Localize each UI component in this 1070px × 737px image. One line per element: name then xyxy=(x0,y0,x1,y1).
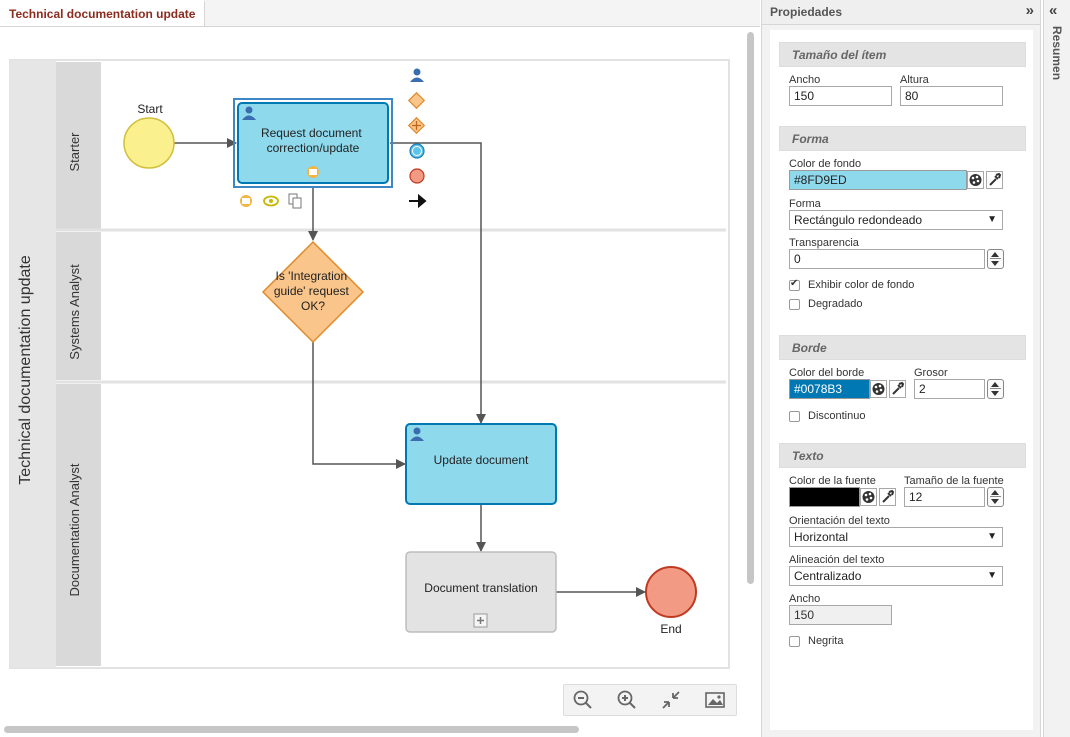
lane-documentation-analyst[interactable]: Documentation Analyst xyxy=(56,384,101,666)
task1-line1: Request document xyxy=(261,126,362,140)
lane-label-docs: Documentation Analyst xyxy=(67,463,82,596)
task-update-document[interactable]: Update document xyxy=(405,423,557,505)
font-eyedropper-icon[interactable] xyxy=(879,488,896,506)
process-diagram[interactable]: Technical documentation update Starter S… xyxy=(0,0,760,737)
add-intermediate-message-icon[interactable] xyxy=(409,143,425,159)
section-item-size-label: Tamaño del ítem xyxy=(792,48,887,62)
task-request-document[interactable]: Request document correction/update xyxy=(233,98,393,188)
diagram-editor: Technical documentation update Technical… xyxy=(0,0,760,737)
font-color-field[interactable] xyxy=(789,487,860,507)
gradient-label: Degradado xyxy=(808,298,863,310)
section-shape[interactable]: Forma xyxy=(779,126,1026,151)
form-icon xyxy=(307,166,319,178)
font-palette-icon[interactable] xyxy=(860,488,877,506)
bg-color-field[interactable]: #8FD9ED xyxy=(789,170,967,190)
gateway-line3: OK? xyxy=(301,299,325,313)
end-label: End xyxy=(660,622,681,636)
show-bg-label: Exhibir color de fondo xyxy=(808,279,915,291)
task2-label: Update document xyxy=(434,453,529,467)
thickness-spinner[interactable] xyxy=(987,379,1004,399)
text-align-value: Centralizado xyxy=(794,569,862,583)
task1-line2: correction/update xyxy=(267,141,360,155)
border-color-label: Color del borde xyxy=(789,367,865,379)
vertical-scrollbar[interactable] xyxy=(747,32,754,584)
properties-body: Tamaño del ítem Ancho 150 Altura 80 Form… xyxy=(770,30,1033,730)
section-text-label: Texto xyxy=(792,449,824,463)
start-label: Start xyxy=(137,102,163,116)
border-eyedropper-icon[interactable] xyxy=(889,380,906,398)
zoom-out-icon[interactable] xyxy=(572,689,594,711)
text-align-label: Alineación del texto xyxy=(789,554,885,566)
text-width-input[interactable]: 150 xyxy=(789,605,892,625)
section-border[interactable]: Borde xyxy=(779,335,1026,360)
gateway-line1: Is 'Integration xyxy=(275,269,347,283)
collapse-panel-icon[interactable]: » xyxy=(1026,3,1034,18)
text-orientation-label: Orientación del texto xyxy=(789,515,890,527)
summary-panel[interactable]: « Resumen xyxy=(1043,0,1070,737)
svg-text:Request document corre: Request document correction/update xyxy=(261,126,365,155)
text-orientation-value: Horizontal xyxy=(794,530,849,544)
section-shape-label: Forma xyxy=(792,132,829,146)
bold-label: Negrita xyxy=(808,635,844,647)
transparency-spinner[interactable] xyxy=(987,249,1004,269)
properties-header: Propiedades » xyxy=(762,0,1040,25)
shape-label: Forma xyxy=(789,198,821,210)
summary-title: Resumen xyxy=(1050,26,1064,81)
zoom-toolbar xyxy=(563,684,737,716)
width-input[interactable]: 150 xyxy=(789,86,892,106)
dropdown-arrow-icon: ▼ xyxy=(987,570,997,581)
font-color-label: Color de la fuente xyxy=(789,475,876,487)
section-item-size[interactable]: Tamaño del ítem xyxy=(779,42,1026,67)
show-bg-checkbox[interactable] xyxy=(789,278,800,291)
dashed-checkbox[interactable] xyxy=(789,411,800,422)
task3-label: Document translation xyxy=(424,581,537,595)
section-text[interactable]: Texto xyxy=(779,443,1026,468)
text-align-select[interactable]: Centralizado ▼ xyxy=(789,566,1003,586)
export-image-icon[interactable] xyxy=(704,689,726,711)
fit-to-screen-icon[interactable] xyxy=(660,689,682,711)
shape-select[interactable]: Rectángulo redondeado ▼ xyxy=(789,210,1003,230)
subprocess-document-translation[interactable]: Document translation xyxy=(405,551,557,633)
dropdown-arrow-icon: ▼ xyxy=(987,531,997,542)
expand-panel-icon[interactable]: « xyxy=(1049,3,1057,18)
width-label: Ancho xyxy=(789,74,821,86)
dropdown-arrow-icon: ▼ xyxy=(987,214,997,225)
lane-label-systems: Systems Analyst xyxy=(67,264,82,360)
gradient-checkbox[interactable] xyxy=(789,299,800,310)
bg-color-label: Color de fondo xyxy=(789,158,862,170)
eyedropper-icon[interactable] xyxy=(986,171,1003,189)
horizontal-scrollbar[interactable] xyxy=(4,726,579,733)
dashed-label: Discontinuo xyxy=(808,410,866,422)
border-color-field[interactable]: #0078B3 xyxy=(789,379,870,399)
height-input[interactable]: 80 xyxy=(900,86,1003,106)
gateway-line2: guide' request xyxy=(274,284,350,298)
font-size-label: Tamaño de la fuente xyxy=(904,475,1004,487)
edit-form-icon[interactable] xyxy=(240,195,252,207)
thickness-input[interactable]: 2 xyxy=(914,379,985,399)
color-palette-icon[interactable] xyxy=(967,171,984,189)
lane-label-starter: Starter xyxy=(67,132,82,172)
text-orientation-select[interactable]: Horizontal ▼ xyxy=(789,527,1003,547)
thickness-label: Grosor xyxy=(914,367,948,379)
add-end-event-icon[interactable] xyxy=(409,168,425,184)
font-size-spinner[interactable] xyxy=(987,487,1004,507)
height-label: Altura xyxy=(900,74,929,86)
properties-title: Propiedades xyxy=(770,5,843,19)
pool-label: Technical documentation update xyxy=(17,255,34,485)
text-width-label: Ancho xyxy=(789,593,821,605)
properties-panel: Propiedades » Tamaño del ítem Ancho 150 … xyxy=(761,0,1041,737)
transparency-input[interactable]: 0 xyxy=(789,249,985,269)
transparency-label: Transparencia xyxy=(789,237,859,249)
border-palette-icon[interactable] xyxy=(870,380,887,398)
expand-subprocess-icon[interactable] xyxy=(473,613,488,628)
shape-select-value: Rectángulo redondeado xyxy=(794,213,923,227)
section-border-label: Borde xyxy=(792,341,827,355)
bold-checkbox[interactable] xyxy=(789,636,800,647)
font-size-input[interactable]: 12 xyxy=(904,487,985,507)
zoom-in-icon[interactable] xyxy=(616,689,638,711)
